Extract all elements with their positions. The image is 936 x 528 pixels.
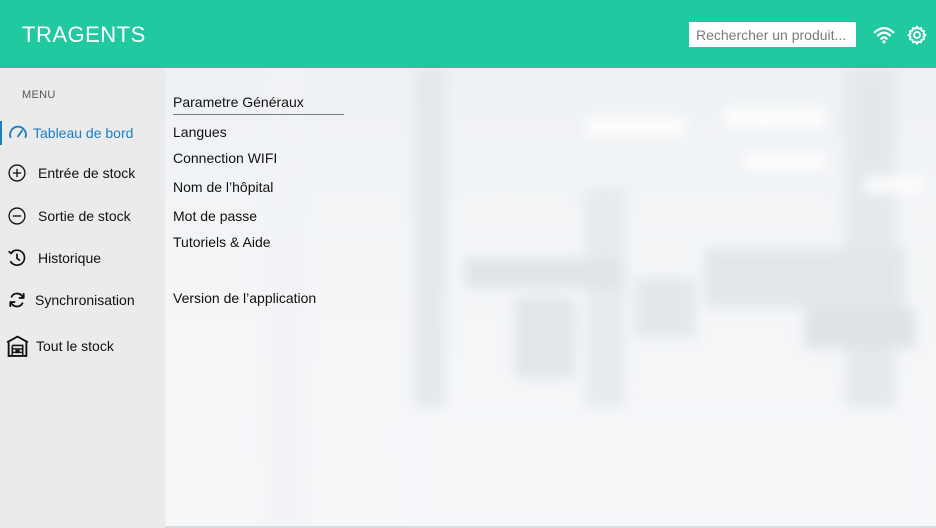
dashboard-gauge-icon xyxy=(9,125,27,139)
history-icon xyxy=(8,249,26,266)
sidebar-item-label: Sortie de stock xyxy=(38,208,131,224)
sidebar-item-tout-le-stock[interactable]: Tout le stock xyxy=(0,331,165,361)
settings-panel: Parametre Généraux Langues Connection WI… xyxy=(165,68,936,528)
wifi-icon[interactable] xyxy=(873,24,895,46)
minus-circle-icon xyxy=(8,207,26,225)
sidebar-item-label: Synchronisation xyxy=(35,292,135,308)
sidebar-item-entree-de-stock[interactable]: Entrée de stock xyxy=(0,158,165,188)
sidebar-item-label: Tout le stock xyxy=(36,338,114,354)
warehouse-icon xyxy=(6,335,29,357)
sidebar-item-label: Entrée de stock xyxy=(38,165,136,181)
sync-icon xyxy=(9,292,25,308)
sidebar-item-label: Tableau de bord xyxy=(33,125,134,141)
gear-icon[interactable] xyxy=(906,24,928,46)
sidebar-item-tableau-de-bord[interactable]: Tableau de bord xyxy=(0,118,165,148)
settings-header: Parametre Généraux xyxy=(173,94,344,115)
setting-mot-de-passe[interactable]: Mot de passe xyxy=(173,208,257,224)
sidebar: MENU Tableau de bord Entrée de stock Sor… xyxy=(0,68,165,528)
sidebar-item-synchronisation[interactable]: Synchronisation xyxy=(0,285,165,315)
setting-nom-hopital[interactable]: Nom de l’hôpital xyxy=(173,179,273,195)
sidebar-item-historique[interactable]: Historique xyxy=(0,243,165,273)
setting-tutoriels-aide[interactable]: Tutoriels & Aide xyxy=(173,234,271,250)
top-app-bar: TRAGENTS xyxy=(0,0,936,68)
setting-langues[interactable]: Langues xyxy=(173,124,227,140)
app-title: TRAGENTS xyxy=(22,22,146,47)
sidebar-item-sortie-de-stock[interactable]: Sortie de stock xyxy=(0,201,165,231)
search-input[interactable] xyxy=(689,22,856,47)
plus-circle-icon xyxy=(8,164,26,182)
sidebar-item-label: Historique xyxy=(38,250,102,266)
setting-connection-wifi[interactable]: Connection WIFI xyxy=(173,150,277,166)
menu-label: MENU xyxy=(22,89,56,101)
setting-version-application[interactable]: Version de l’application xyxy=(173,290,316,306)
